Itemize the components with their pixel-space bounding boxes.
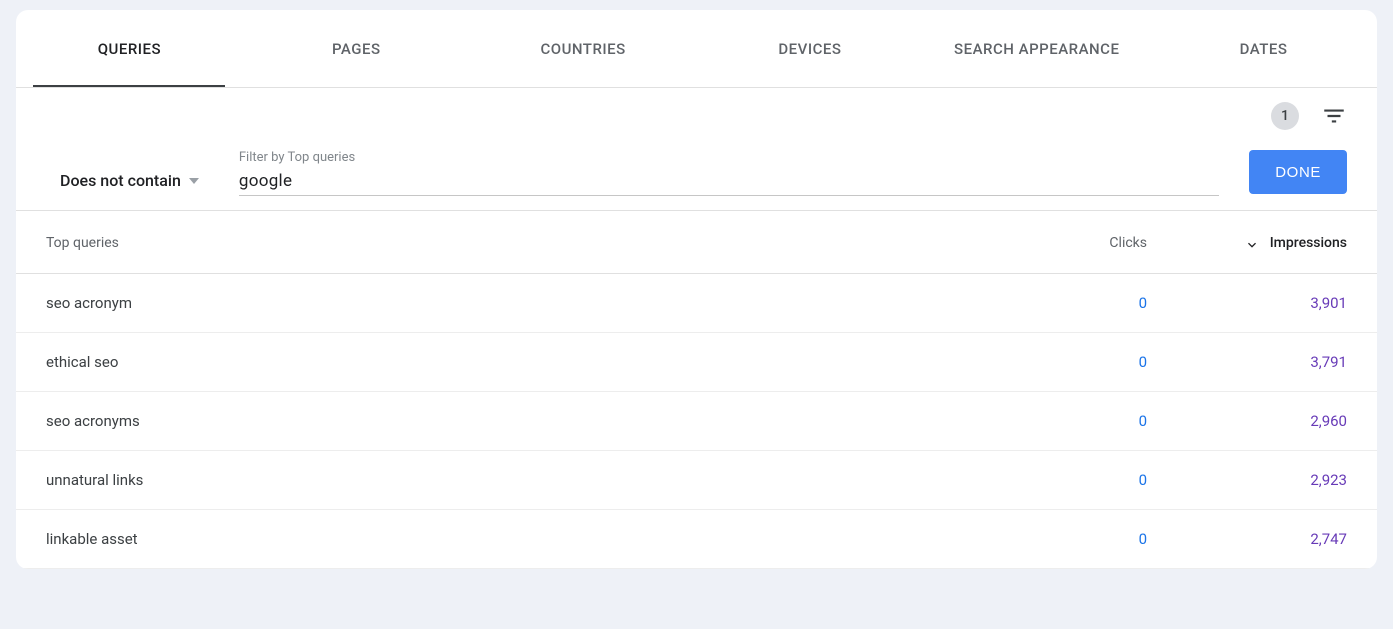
tab-countries[interactable]: COUNTRIES [470, 10, 697, 87]
tab-devices[interactable]: DEVICES [696, 10, 923, 87]
table-row[interactable]: seo acronym03,901 [16, 274, 1377, 333]
filter-field: Filter by Top queries [239, 150, 1219, 196]
impressions-cell: 2,747 [1177, 510, 1377, 569]
filter-icon[interactable] [1321, 103, 1347, 129]
query-cell: ethical seo [16, 333, 1037, 392]
clicks-cell: 0 [1037, 274, 1177, 333]
column-header-impressions[interactable]: Impressions [1177, 211, 1377, 274]
tab-dates[interactable]: DATES [1150, 10, 1377, 87]
query-cell: linkable asset [16, 510, 1037, 569]
query-cell: seo acronym [16, 274, 1037, 333]
query-cell: unnatural links [16, 451, 1037, 510]
clicks-cell: 0 [1037, 451, 1177, 510]
clicks-cell: 0 [1037, 510, 1177, 569]
sort-descending-icon [1244, 235, 1260, 251]
done-button[interactable]: DONE [1249, 150, 1347, 194]
filter-row: Does not contain Filter by Top queries D… [16, 130, 1377, 211]
filter-query-input[interactable] [239, 171, 1219, 191]
tab-pages[interactable]: PAGES [243, 10, 470, 87]
clicks-cell: 0 [1037, 333, 1177, 392]
report-card: QUERIESPAGESCOUNTRIESDEVICESSEARCH APPEA… [16, 10, 1377, 569]
chevron-down-icon [189, 178, 199, 184]
clicks-cell: 0 [1037, 392, 1177, 451]
impressions-cell: 2,960 [1177, 392, 1377, 451]
column-header-clicks[interactable]: Clicks [1037, 211, 1177, 274]
table-row[interactable]: linkable asset02,747 [16, 510, 1377, 569]
queries-table: Top queries Clicks Impressions seo acron… [16, 211, 1377, 569]
table-row[interactable]: unnatural links02,923 [16, 451, 1377, 510]
impressions-cell: 3,791 [1177, 333, 1377, 392]
filter-mode-dropdown[interactable]: Does not contain [60, 171, 199, 196]
filter-field-label: Filter by Top queries [239, 150, 1219, 165]
filter-mode-label: Does not contain [60, 171, 181, 190]
query-cell: seo acronyms [16, 392, 1037, 451]
active-filter-count-badge[interactable]: 1 [1271, 102, 1299, 130]
impressions-cell: 2,923 [1177, 451, 1377, 510]
impressions-cell: 3,901 [1177, 274, 1377, 333]
tab-bar: QUERIESPAGESCOUNTRIESDEVICESSEARCH APPEA… [16, 10, 1377, 88]
column-header-query[interactable]: Top queries [16, 211, 1037, 274]
table-row[interactable]: seo acronyms02,960 [16, 392, 1377, 451]
filter-toolbar: 1 [16, 88, 1377, 130]
table-row[interactable]: ethical seo03,791 [16, 333, 1377, 392]
tab-search-appearance[interactable]: SEARCH APPEARANCE [923, 10, 1150, 87]
tab-queries[interactable]: QUERIES [16, 10, 243, 87]
